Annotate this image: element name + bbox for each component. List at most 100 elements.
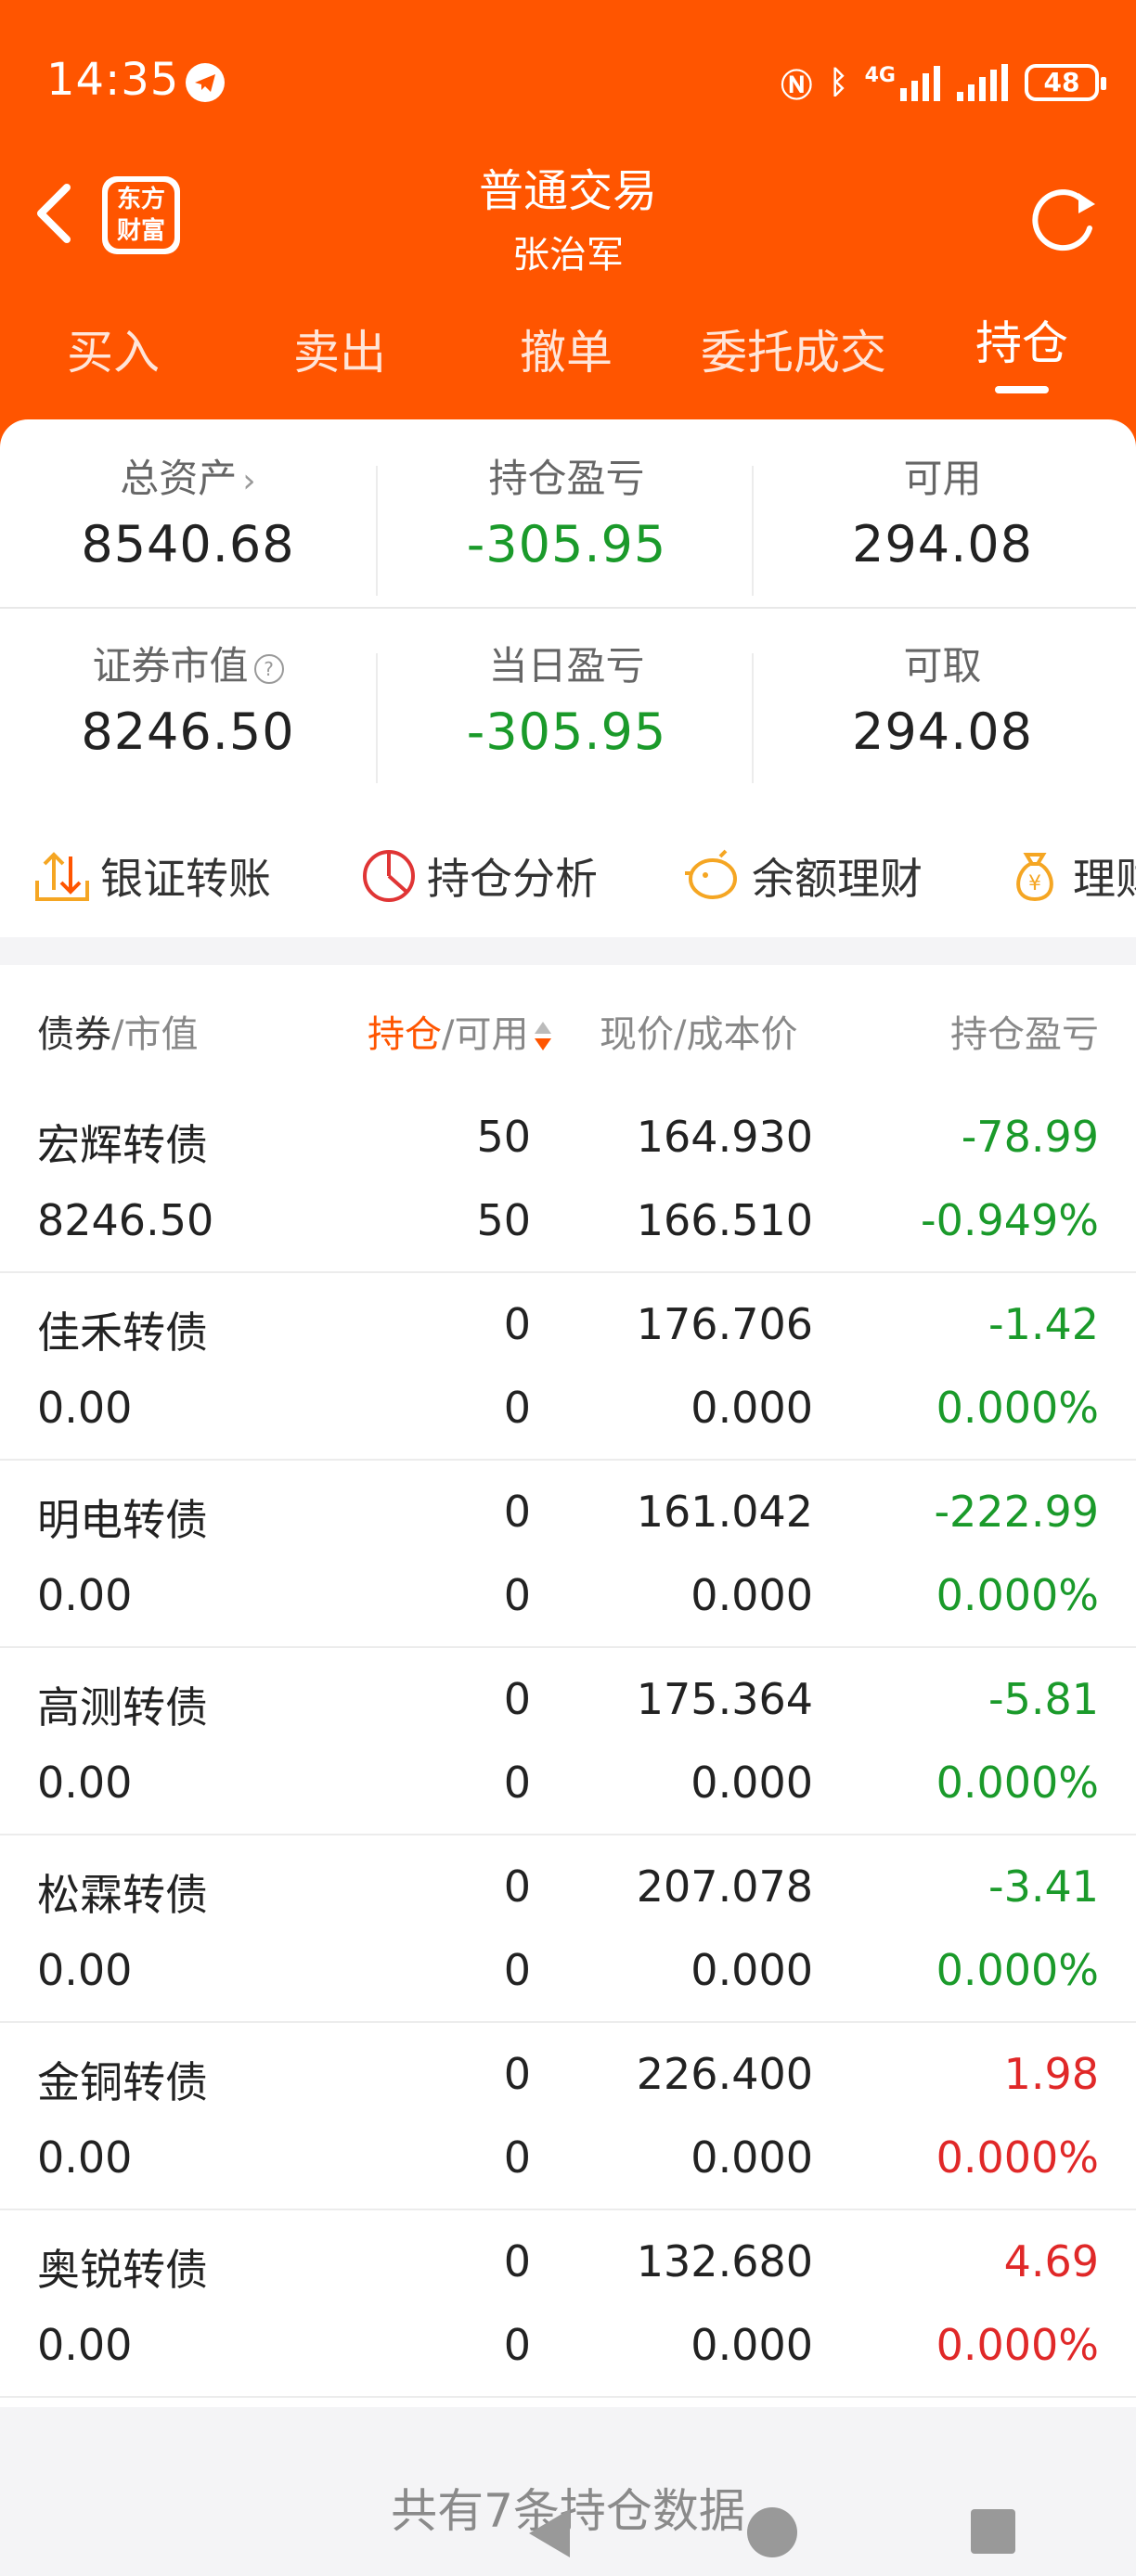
table-row[interactable]: 宏辉转债 8246.50 50 50 164.930 166.510 -78.99 -0.94… xyxy=(0,1086,1136,1273)
tab-positions[interactable]: 持仓 xyxy=(920,306,1124,373)
available-value: 294.08 xyxy=(852,515,1033,573)
cost-price: 166.510 xyxy=(636,1195,813,1245)
table-row[interactable]: 松霖转债 0.00 0 0 207.078 0.000 -3.41 0.000% xyxy=(0,1835,1136,2023)
help-icon[interactable]: ? xyxy=(253,653,284,684)
market-value: 0.00 xyxy=(37,1570,133,1620)
refresh-button[interactable] xyxy=(1021,176,1104,260)
available-qty: 0 xyxy=(503,1758,531,1808)
pl-percent: 0.000% xyxy=(936,1758,1099,1808)
total-assets[interactable]: 总资产 › 8540.68 xyxy=(0,438,376,573)
pl-percent: -0.949% xyxy=(921,1195,1099,1245)
table-row[interactable]: 高测转债 0.00 0 0 175.364 0.000 -5.81 0.000% xyxy=(0,1648,1136,1835)
available-qty: 0 xyxy=(503,1383,531,1433)
cost-price: 0.000 xyxy=(691,1383,813,1433)
trade-tabs: 买入 卖出 撤单 委托成交 持仓 xyxy=(0,297,1136,418)
position-pl: 持仓盈亏 -305.95 xyxy=(379,438,755,573)
tab-cancel[interactable]: 撤单 xyxy=(464,316,668,382)
status-time: 14:35 xyxy=(46,54,180,106)
bond-name: 明电转债 xyxy=(37,1495,208,1545)
nav-back-icon[interactable] xyxy=(529,2509,570,2557)
table-header: 债券/市值 持仓/可用 现价/成本价 持仓盈亏 xyxy=(0,965,1136,1086)
cost-price: 0.000 xyxy=(691,2320,813,2370)
piggy-bank-icon xyxy=(685,849,737,899)
table-row[interactable]: 金铜转债 0.00 0 0 226.400 0.000 1.98 0.000% xyxy=(0,2023,1136,2210)
market-value: 0.00 xyxy=(37,2320,133,2370)
status-bar: 14:35 Ⓝ ᛒ 4G 48 xyxy=(0,0,1136,162)
cost-price: 0.000 xyxy=(691,2132,813,2183)
cost-price: 0.000 xyxy=(691,1945,813,1995)
svg-text:¥: ¥ xyxy=(1028,872,1041,895)
chevron-right-icon: › xyxy=(242,462,256,500)
tab-sell[interactable]: 卖出 xyxy=(238,316,442,382)
positions-table: 债券/市值 持仓/可用 现价/成本价 持仓盈亏 宏辉转债 8246.50 50 50 1… xyxy=(0,965,1136,2407)
nav-home-icon[interactable] xyxy=(747,2507,797,2557)
tab-buy[interactable]: 买入 xyxy=(11,316,215,382)
sort-icon xyxy=(534,1018,552,1055)
table-row[interactable]: 明电转债 0.00 0 0 161.042 0.000 -222.99 0.000% xyxy=(0,1461,1136,1648)
wealth-management-button[interactable]: ¥ 理财 xyxy=(1006,846,1136,906)
securities-value: 证券市值? 8246.50 xyxy=(0,625,376,761)
status-icons: Ⓝ ᛒ 4G 48 xyxy=(781,59,1106,106)
bank-transfer-button[interactable]: 银证转账 xyxy=(33,846,271,906)
current-price: 226.400 xyxy=(636,2049,813,2099)
current-price: 132.680 xyxy=(636,2236,813,2286)
available-qty: 0 xyxy=(503,1945,531,1995)
pl-amount: -5.81 xyxy=(988,1674,1099,1724)
bond-name: 宏辉转债 xyxy=(37,1120,208,1170)
hold-qty: 0 xyxy=(503,1674,531,1724)
table-row[interactable]: 佳禾转债 0.00 0 0 176.706 0.000 -1.42 0.000% xyxy=(0,1273,1136,1461)
hold-qty: 50 xyxy=(476,1112,531,1162)
available-qty: 50 xyxy=(476,1195,531,1245)
balance-wealth-button[interactable]: 余额理财 xyxy=(683,846,923,906)
table-row[interactable]: 奥锐转债 0.00 0 0 132.680 0.000 4.69 0.000% xyxy=(0,2210,1136,2398)
signal-4g-icon: 4G xyxy=(865,64,940,101)
summary-row: 证券市值? 8246.50 当日盈亏 -305.95 可取 294.08 xyxy=(0,625,1136,811)
daily-pl: 当日盈亏 -305.95 xyxy=(379,625,755,761)
pl-percent: 0.000% xyxy=(936,1570,1099,1620)
battery-icon: 48 xyxy=(1025,64,1106,101)
nfc-icon: Ⓝ xyxy=(781,67,813,105)
pl-amount: -3.41 xyxy=(988,1861,1099,1912)
pl-amount: 4.69 xyxy=(1003,2236,1099,2286)
withdrawable-value: 294.08 xyxy=(852,702,1033,761)
total-assets-value: 8540.68 xyxy=(81,515,295,573)
bond-name: 金铜转债 xyxy=(37,2057,208,2107)
page-title: 普通交易 xyxy=(478,165,657,217)
tab-orders[interactable]: 委托成交 xyxy=(691,316,896,382)
hold-qty: 0 xyxy=(503,2049,531,2099)
withdrawable: 可取 294.08 xyxy=(755,625,1130,761)
header-pl: 持仓盈亏 xyxy=(950,1013,1099,1056)
telegram-icon xyxy=(186,63,225,102)
current-price: 176.706 xyxy=(636,1299,813,1349)
hold-qty: 0 xyxy=(503,2236,531,2286)
header-price: 现价/成本价 xyxy=(600,1013,798,1056)
market-value: 8246.50 xyxy=(37,1195,214,1245)
system-nav-bar xyxy=(0,2496,1136,2576)
available-funds: 可用 294.08 xyxy=(755,438,1130,573)
account-name: 张治军 xyxy=(512,234,624,277)
summary-row: 总资产 › 8540.68 持仓盈亏 -305.95 可用 294.08 xyxy=(0,438,1136,624)
bond-name: 佳禾转债 xyxy=(37,1307,208,1358)
hold-qty: 0 xyxy=(503,1487,531,1537)
pie-chart-icon xyxy=(363,850,415,902)
position-analysis-button[interactable]: 持仓分析 xyxy=(360,846,598,906)
bond-name: 高测转债 xyxy=(37,1682,208,1732)
current-price: 207.078 xyxy=(636,1861,813,1912)
pl-amount: 1.98 xyxy=(1003,2049,1099,2099)
nav-recents-icon[interactable] xyxy=(971,2509,1015,2554)
cost-price: 0.000 xyxy=(691,1570,813,1620)
pl-amount: -1.42 xyxy=(988,1299,1099,1349)
available-qty: 0 xyxy=(503,2132,531,2183)
header-hold-sort[interactable]: 持仓/可用 xyxy=(368,1004,552,1058)
quick-actions: 银证转账 持仓分析 余额理财 ¥ 理财 xyxy=(0,813,1136,934)
pl-percent: 0.000% xyxy=(936,1383,1099,1433)
daily-pl-value: -305.95 xyxy=(466,702,667,761)
refresh-icon xyxy=(1032,189,1095,251)
app-header: 14:35 Ⓝ ᛒ 4G 48 东方 财富 普通交易 张治军 买入 卖出 撤单 … xyxy=(0,0,1136,483)
signal-icon xyxy=(957,64,1008,101)
pl-percent: 0.000% xyxy=(936,1945,1099,1995)
pl-amount: -222.99 xyxy=(934,1487,1099,1537)
pl-percent: 0.000% xyxy=(936,2320,1099,2370)
market-value: 0.00 xyxy=(37,1758,133,1808)
bond-name: 奥锐转债 xyxy=(37,2245,208,2295)
